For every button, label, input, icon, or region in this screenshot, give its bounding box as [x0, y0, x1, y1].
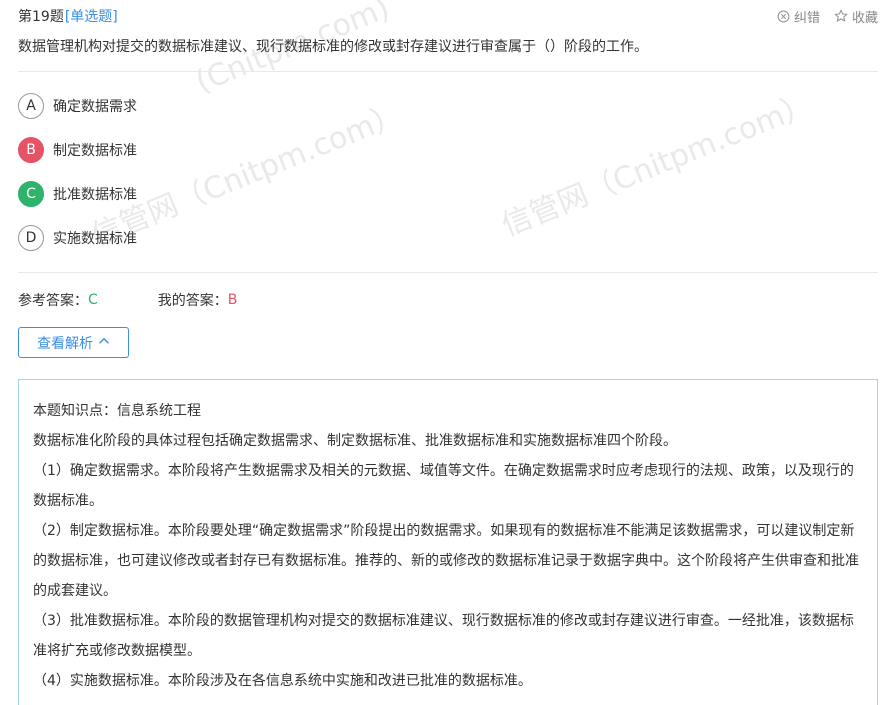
- option-letter: C: [18, 181, 44, 207]
- report-error-button[interactable]: 纠错: [777, 7, 820, 26]
- option-d[interactable]: D 实施数据标准: [18, 216, 878, 260]
- question-stem: 数据管理机构对提交的数据标准建议、现行数据标准的修改或封存建议进行审查属于（）阶…: [18, 32, 878, 72]
- my-answer: 我的答案： B: [158, 290, 238, 310]
- analysis-paragraph: （1）确定数据需求。本阶段将产生数据需求及相关的元数据、域值等文件。在确定数据需…: [33, 463, 854, 509]
- analysis-panel: 本题知识点：信息系统工程 数据标准化阶段的具体过程包括确定数据需求、制定数据标准…: [18, 379, 878, 705]
- report-icon: [777, 10, 790, 23]
- option-letter: A: [18, 93, 44, 119]
- reference-answer: 参考答案： C: [18, 290, 98, 310]
- reference-answer-value: C: [88, 292, 98, 308]
- analysis-paragraph: （4）实施数据标准。本阶段涉及在各信息系统中实施和改进已批准的数据标准。: [33, 673, 532, 689]
- analysis-paragraph: （3）批准数据标准。本阶段的数据管理机构对提交的数据标准建议、现行数据标准的修改…: [33, 613, 854, 659]
- option-text: 确定数据需求: [53, 99, 137, 115]
- option-a[interactable]: A 确定数据需求: [18, 84, 878, 128]
- analysis-knowledge-point: 本题知识点：信息系统工程: [33, 403, 201, 419]
- option-letter: B: [18, 137, 44, 163]
- option-text: 实施数据标准: [53, 231, 137, 247]
- favorite-label: 收藏: [851, 10, 878, 26]
- header-actions: 纠错 收藏: [777, 7, 878, 26]
- question-title: 第19题[单选题]: [18, 6, 118, 26]
- report-label: 纠错: [793, 10, 820, 26]
- star-icon: [834, 9, 848, 23]
- option-c[interactable]: C 批准数据标准: [18, 172, 878, 216]
- option-text: 批准数据标准: [53, 187, 137, 203]
- analysis-paragraph: 数据标准化阶段的具体过程包括确定数据需求、制定数据标准、批准数据标准和实施数据标…: [33, 433, 677, 449]
- favorite-button[interactable]: 收藏: [834, 7, 878, 26]
- question-type: [单选题]: [64, 9, 118, 25]
- analysis-paragraph: （2）制定数据标准。本阶段要处理“确定数据需求”阶段提出的数据需求。如果现有的数…: [33, 523, 859, 599]
- view-analysis-label: 查看解析: [37, 335, 93, 352]
- option-b[interactable]: B 制定数据标准: [18, 128, 878, 172]
- option-letter: D: [18, 225, 44, 251]
- options-list: A 确定数据需求 B 制定数据标准 C 批准数据标准 D 实施数据标准: [18, 72, 878, 273]
- question-header: 第19题[单选题] 纠错 收藏: [18, 0, 878, 32]
- chevron-up-icon: [98, 335, 110, 351]
- my-answer-value: B: [227, 292, 238, 308]
- option-text: 制定数据标准: [53, 143, 137, 159]
- reference-answer-label: 参考答案：: [18, 293, 88, 309]
- answer-row: 参考答案： C 我的答案： B: [18, 273, 878, 327]
- question-number: 第19题: [18, 9, 64, 25]
- my-answer-label: 我的答案：: [157, 293, 228, 309]
- view-analysis-button[interactable]: 查看解析: [18, 327, 129, 358]
- question-card: 第19题[单选题] 纠错 收藏 数据管理机构对提交的数据标准建议、现行数据标准的…: [0, 0, 886, 705]
